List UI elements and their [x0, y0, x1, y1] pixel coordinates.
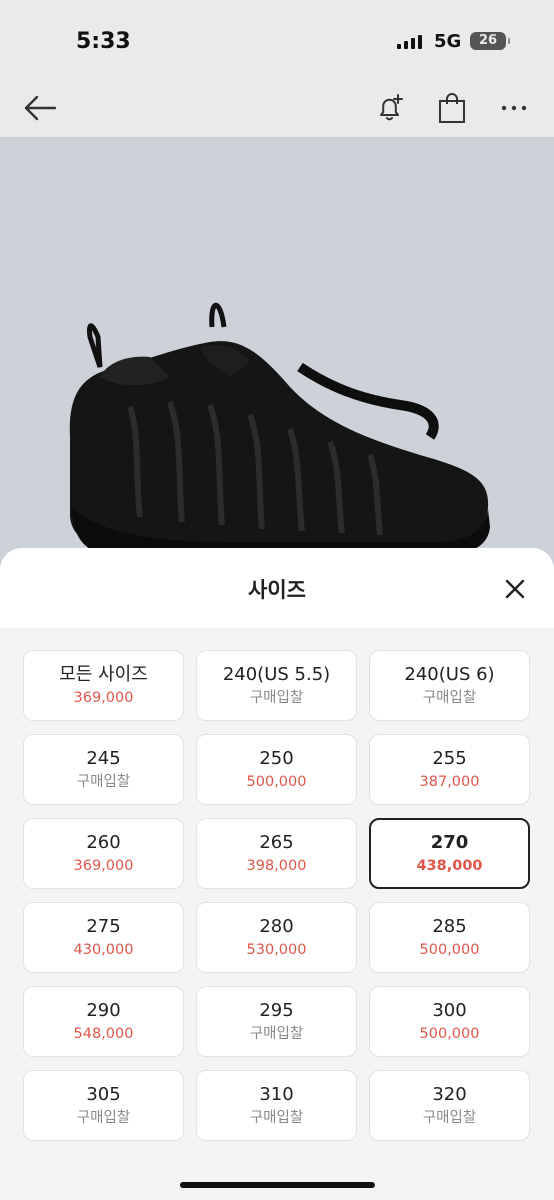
- product-image: [0, 137, 554, 577]
- size-option[interactable]: 275 430,000: [23, 902, 184, 973]
- size-label: 285: [432, 916, 467, 937]
- size-option[interactable]: 240(US 6) 구매입찰: [369, 650, 530, 721]
- size-option[interactable]: 320 구매입찰: [369, 1070, 530, 1141]
- size-label: 295: [259, 1000, 294, 1021]
- arrow-left-icon[interactable]: [20, 88, 60, 128]
- sheet-title: 사이즈: [248, 578, 306, 602]
- size-option[interactable]: 295 구매입찰: [196, 986, 357, 1057]
- size-option[interactable]: 265 398,000: [196, 818, 357, 889]
- more-dots-icon[interactable]: [494, 88, 534, 128]
- size-price: 369,000: [73, 858, 134, 874]
- size-option[interactable]: 270 438,000: [369, 818, 530, 889]
- size-label: 250: [259, 748, 294, 769]
- home-indicator[interactable]: [180, 1182, 375, 1188]
- size-label: 255: [432, 748, 467, 769]
- network-label: 5G: [434, 31, 462, 52]
- size-price: 398,000: [246, 858, 307, 874]
- bid-label: 구매입찰: [422, 1110, 477, 1126]
- size-option[interactable]: 290 548,000: [23, 986, 184, 1057]
- size-option[interactable]: 285 500,000: [369, 902, 530, 973]
- size-price: 387,000: [419, 774, 480, 790]
- size-option[interactable]: 245 구매입찰: [23, 734, 184, 805]
- size-price: 500,000: [419, 1026, 480, 1042]
- size-option[interactable]: 300 500,000: [369, 986, 530, 1057]
- size-price: 500,000: [419, 942, 480, 958]
- size-option[interactable]: 모든 사이즈 369,000: [23, 650, 184, 721]
- size-option[interactable]: 255 387,000: [369, 734, 530, 805]
- bid-label: 구매입찰: [249, 1110, 304, 1126]
- size-option[interactable]: 305 구매입찰: [23, 1070, 184, 1141]
- size-label: 320: [432, 1084, 467, 1105]
- size-label: 280: [259, 916, 294, 937]
- bid-label: 구매입찰: [422, 690, 477, 706]
- bid-label: 구매입찰: [76, 774, 131, 790]
- sheet-header: 사이즈: [0, 548, 554, 628]
- size-bottom-sheet: 사이즈 모든 사이즈 369,000 240(US 5.5) 구매입찰 240(US 6…: [0, 548, 554, 1200]
- size-price: 500,000: [246, 774, 307, 790]
- size-option[interactable]: 310 구매입찰: [196, 1070, 357, 1141]
- size-label: 275: [86, 916, 121, 937]
- size-label: 모든 사이즈: [59, 664, 148, 685]
- bell-plus-icon[interactable]: [370, 88, 410, 128]
- bid-label: 구매입찰: [249, 1026, 304, 1042]
- size-label: 260: [86, 832, 121, 853]
- size-label: 265: [259, 832, 294, 853]
- size-label: 300: [432, 1000, 467, 1021]
- size-label: 310: [259, 1084, 294, 1105]
- size-price: 530,000: [246, 942, 307, 958]
- size-label: 270: [430, 832, 469, 853]
- top-nav: [0, 80, 554, 137]
- size-option[interactable]: 240(US 5.5) 구매입찰: [196, 650, 357, 721]
- size-label: 290: [86, 1000, 121, 1021]
- size-option[interactable]: 250 500,000: [196, 734, 357, 805]
- signal-icon: [397, 35, 422, 49]
- size-label: 240(US 5.5): [222, 664, 331, 685]
- size-label: 245: [86, 748, 121, 769]
- size-price: 548,000: [73, 1026, 134, 1042]
- size-label: 240(US 6): [404, 664, 495, 685]
- battery-icon: 26: [470, 32, 510, 50]
- size-option[interactable]: 280 530,000: [196, 902, 357, 973]
- bid-label: 구매입찰: [249, 690, 304, 706]
- size-price: 369,000: [73, 690, 134, 706]
- size-label: 305: [86, 1084, 121, 1105]
- bid-label: 구매입찰: [76, 1110, 131, 1126]
- size-grid: 모든 사이즈 369,000 240(US 5.5) 구매입찰 240(US 6) 구매입…: [23, 650, 531, 1141]
- size-price: 430,000: [73, 942, 134, 958]
- status-time: 5:33: [76, 29, 131, 54]
- size-price: 438,000: [416, 858, 483, 874]
- size-option[interactable]: 260 369,000: [23, 818, 184, 889]
- shopping-bag-icon[interactable]: [432, 88, 472, 128]
- status-bar: 5:33 5G 26: [0, 0, 554, 80]
- close-icon[interactable]: [498, 572, 532, 606]
